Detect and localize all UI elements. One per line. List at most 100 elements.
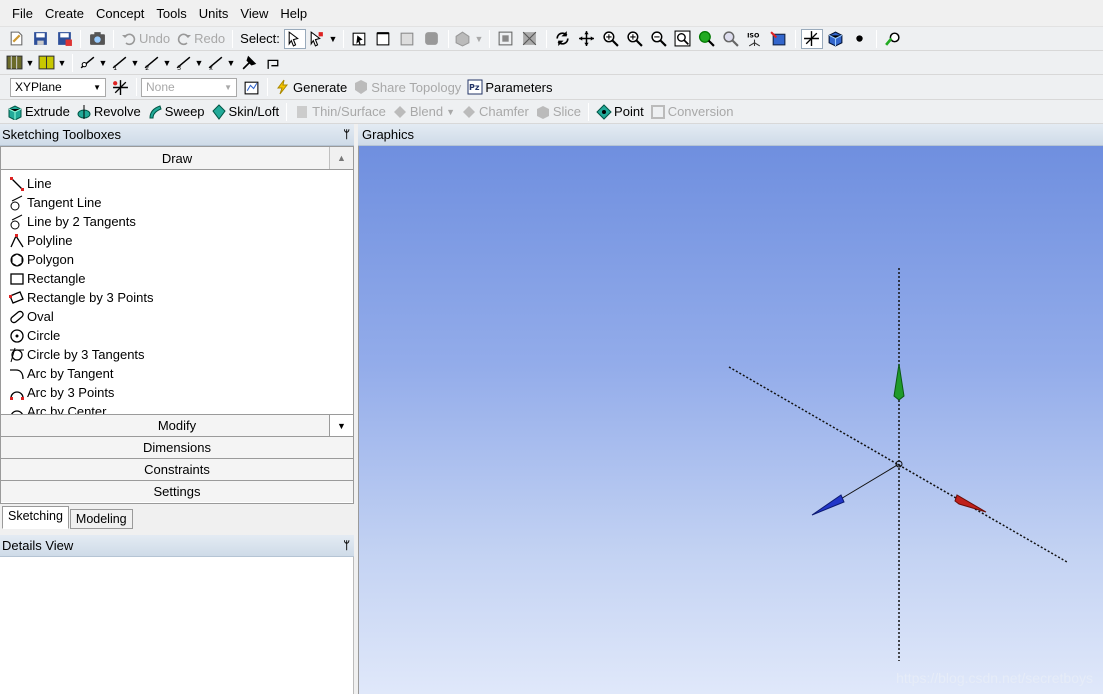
- new-icon[interactable]: [5, 29, 27, 49]
- flag-icon[interactable]: [262, 53, 284, 73]
- plane-select[interactable]: XYPlane ▼: [10, 77, 106, 97]
- parameters-button[interactable]: Pz Parameters: [467, 79, 553, 95]
- modify-section[interactable]: Modify ▼: [1, 414, 353, 436]
- menu-units[interactable]: Units: [193, 0, 235, 27]
- pan-icon[interactable]: [576, 29, 598, 49]
- select-point-icon[interactable]: [283, 28, 306, 49]
- constraints-section[interactable]: Constraints: [1, 458, 353, 480]
- conversion-label: Conversion: [667, 104, 734, 119]
- save-icon[interactable]: [29, 29, 51, 49]
- sweep-button[interactable]: Sweep: [147, 104, 205, 120]
- menu-help[interactable]: Help: [274, 0, 313, 27]
- skin-loft-label: Skin/Loft: [228, 104, 280, 119]
- zoom-fit-selection-icon[interactable]: [495, 29, 517, 49]
- settings-section[interactable]: Settings: [1, 480, 353, 502]
- draw-section-header[interactable]: Draw ▲: [1, 147, 353, 170]
- menu-create[interactable]: Create: [39, 0, 90, 27]
- line-body3-dropdown[interactable]: 3 ▼: [174, 53, 204, 73]
- undo-label: Undo: [139, 31, 171, 46]
- rotate-icon[interactable]: [552, 29, 574, 49]
- dimensions-section[interactable]: Dimensions: [1, 436, 353, 458]
- line-body-dropdown[interactable]: 1 ▼: [110, 53, 140, 73]
- svg-text:2: 2: [145, 64, 149, 71]
- zoom-icon[interactable]: [600, 29, 622, 49]
- pin-icon[interactable]: [238, 53, 260, 73]
- line-body2-dropdown[interactable]: 2 ▼: [142, 53, 172, 73]
- zoom-out-icon[interactable]: [648, 29, 670, 49]
- redo-button[interactable]: Redo: [176, 31, 225, 47]
- select-edge-icon[interactable]: [373, 29, 395, 49]
- draw-item-arc-by-center[interactable]: Arc by Center: [1, 402, 353, 414]
- draw-item-line-by-2-tangents[interactable]: Line by 2 Tangents: [1, 212, 353, 231]
- tab-sketching[interactable]: Sketching: [2, 506, 69, 529]
- draw-item-arc-by-tangent[interactable]: Arc by Tangent: [1, 364, 353, 383]
- draw-item-rectangle-by-3-points[interactable]: Rectangle by 3 Points: [1, 288, 353, 307]
- revolve-button[interactable]: Revolve: [76, 104, 141, 120]
- tab-modeling[interactable]: Modeling: [69, 509, 133, 529]
- menu-concept[interactable]: Concept: [90, 0, 150, 27]
- graphics-header: Graphics: [358, 124, 1103, 146]
- share-topology-button[interactable]: Share Topology: [353, 79, 461, 95]
- blend-button[interactable]: Blend ▼: [392, 104, 455, 120]
- blend-label: Blend: [409, 104, 444, 119]
- draw-item-polygon[interactable]: Polygon: [1, 250, 353, 269]
- draw-item-line[interactable]: Line: [1, 174, 353, 193]
- display-model-icon[interactable]: [825, 29, 847, 49]
- display-point-icon[interactable]: [849, 29, 871, 49]
- iso-view-icon[interactable]: ISO: [744, 29, 766, 49]
- draw-item-circle[interactable]: Circle: [1, 326, 353, 345]
- edge-joint-dropdown[interactable]: ▼: [78, 53, 108, 73]
- zoom-to-fit-icon[interactable]: [696, 29, 718, 49]
- draw-item-polyline[interactable]: Polyline: [1, 231, 353, 250]
- sketch-select[interactable]: None ▼: [141, 77, 237, 97]
- chamfer-button[interactable]: Chamfer: [461, 104, 529, 120]
- select-face-icon[interactable]: [349, 29, 371, 49]
- conversion-button[interactable]: Conversion: [650, 104, 734, 120]
- pin-icon[interactable]: ᛘ: [343, 540, 350, 552]
- look-at-icon[interactable]: [768, 29, 790, 49]
- sketching-toolboxes-title: Sketching Toolboxes: [2, 127, 122, 142]
- camera-icon[interactable]: [86, 29, 108, 49]
- draw-item-tangent-line[interactable]: Tangent Line: [1, 193, 353, 212]
- new-plane-icon[interactable]: [109, 77, 131, 97]
- generate-button[interactable]: Generate: [275, 79, 347, 95]
- undo-button[interactable]: Undo: [121, 31, 170, 47]
- scroll-up-icon[interactable]: ▲: [329, 147, 353, 169]
- slice-button[interactable]: Slice: [535, 104, 581, 120]
- draw-item-label: Tangent Line: [27, 195, 102, 210]
- draw-item-oval[interactable]: Oval: [1, 307, 353, 326]
- x-axis-arrow: [954, 494, 987, 513]
- new-sketch-icon[interactable]: [240, 77, 262, 97]
- z-axis-arrow: [811, 494, 845, 516]
- select-body-icon[interactable]: [397, 29, 419, 49]
- select-solid-icon[interactable]: [421, 29, 443, 49]
- graphics-options-icon[interactable]: [882, 29, 904, 49]
- menu-view[interactable]: View: [234, 0, 274, 27]
- save-as-icon[interactable]: [53, 29, 75, 49]
- extend-selection-dropdown[interactable]: ▼: [454, 29, 484, 49]
- draw-item-rectangle[interactable]: Rectangle: [1, 269, 353, 288]
- edge-display-dropdown[interactable]: ▼: [37, 53, 67, 73]
- coordinate-triad: [728, 268, 1068, 661]
- select-mode-dropdown[interactable]: ▼: [308, 29, 338, 49]
- magnifier-icon[interactable]: [720, 29, 742, 49]
- toolbar-plane: XYPlane ▼ None ▼ Generate Share Topology P…: [0, 75, 1103, 100]
- point-button[interactable]: Point: [596, 103, 644, 120]
- thin-surface-button[interactable]: Thin/Surface: [294, 104, 386, 120]
- toolbar-main: Undo Redo Select: ▼ ▼ ISO: [0, 27, 1103, 51]
- graphics-viewport[interactable]: https://blog.csdn.net/secretboys: [358, 146, 1103, 694]
- extrude-button[interactable]: Extrude: [7, 104, 70, 120]
- draw-item-circle-by-3-tangents[interactable]: Circle by 3 Tangents: [1, 345, 353, 364]
- line-bodyx-dropdown[interactable]: x ▼: [206, 53, 236, 73]
- box-zoom-icon[interactable]: [672, 29, 694, 49]
- menu-file[interactable]: File: [6, 0, 39, 27]
- scroll-down-icon[interactable]: ▼: [329, 415, 353, 436]
- zoom-in-icon[interactable]: [624, 29, 646, 49]
- draw-item-arc-by-3-points[interactable]: Arc by 3 Points: [1, 383, 353, 402]
- face-display-dropdown[interactable]: ▼: [5, 53, 35, 73]
- menu-tools[interactable]: Tools: [150, 0, 192, 27]
- display-plane-icon[interactable]: [800, 28, 823, 49]
- skin-loft-button[interactable]: Skin/Loft: [211, 103, 280, 120]
- pin-icon[interactable]: ᛘ: [343, 129, 350, 141]
- hide-selection-icon[interactable]: [519, 29, 541, 49]
